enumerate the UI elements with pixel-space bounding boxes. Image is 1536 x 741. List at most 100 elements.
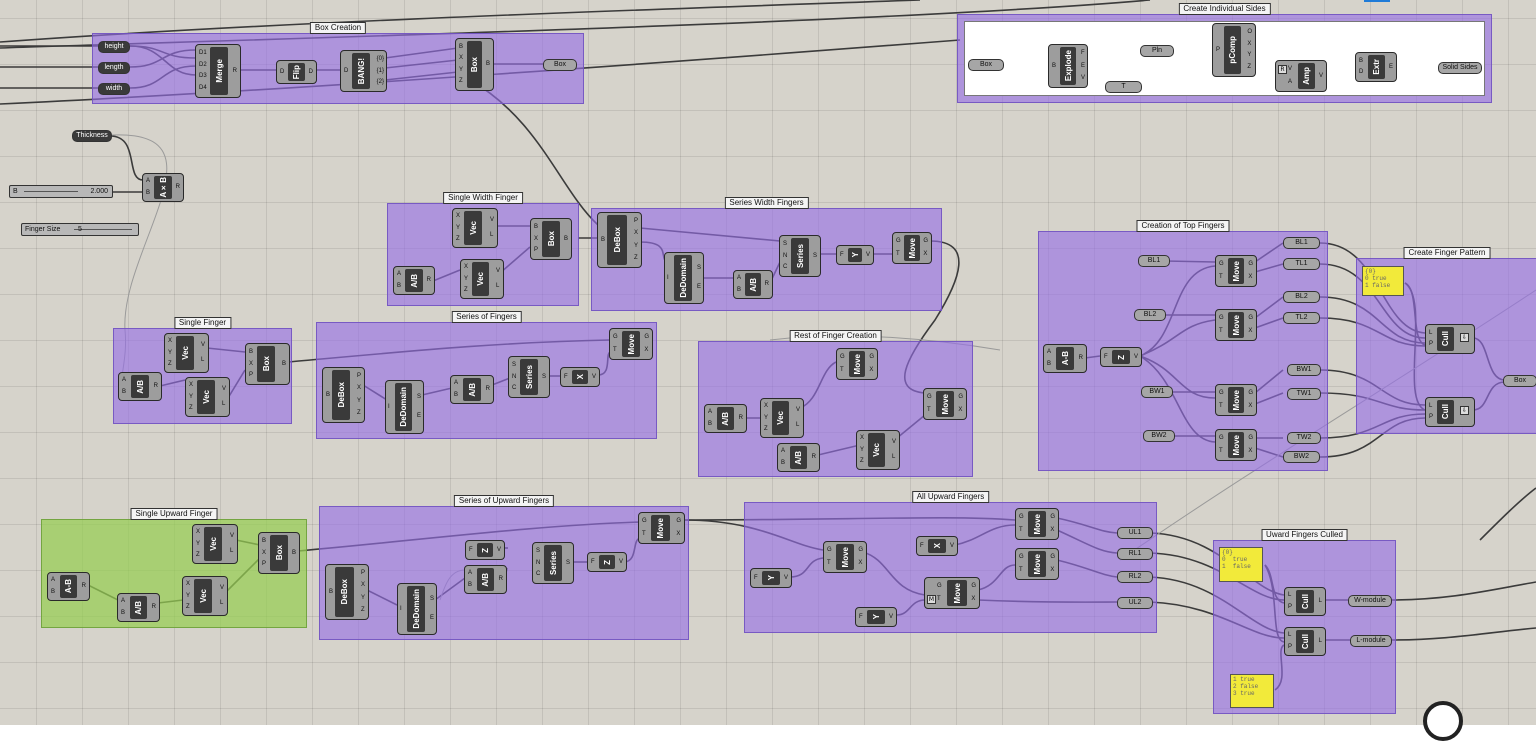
param-bl1-out[interactable]: BL1 xyxy=(1283,237,1320,249)
divide-component[interactable]: AB A/B R xyxy=(733,270,773,299)
unit-z-component[interactable]: F Z V xyxy=(465,540,505,560)
divide-component[interactable]: AB A/B R xyxy=(777,443,820,472)
multiply-component[interactable]: AB A×B R xyxy=(142,173,184,202)
unit-z-component[interactable]: F Z V xyxy=(587,552,627,572)
box-component[interactable]: BXYZ Box B xyxy=(455,38,494,91)
unit-z-component[interactable]: F Z V xyxy=(1100,347,1142,367)
navigation-widget[interactable] xyxy=(1423,701,1463,741)
series-component[interactable]: SNC Series S xyxy=(532,542,574,584)
param-tw1[interactable]: TW1 xyxy=(1287,388,1321,400)
param-ul2[interactable]: UL2 xyxy=(1117,597,1153,609)
param-l-module[interactable]: L-module xyxy=(1350,635,1392,647)
param-ul1[interactable]: UL1 xyxy=(1117,527,1153,539)
vec-component[interactable]: XYZ Vec VL xyxy=(185,377,230,417)
move-component[interactable]: GT Move GX xyxy=(1015,508,1059,540)
move-component[interactable]: GT Move GX xyxy=(892,232,932,264)
move-component[interactable]: GT Move GX xyxy=(1215,255,1257,287)
debox-component[interactable]: B DeBox PXYZ xyxy=(597,212,642,268)
divide-component[interactable]: AB A/B R xyxy=(117,593,160,622)
divide-component[interactable]: AB A/B R xyxy=(393,266,435,295)
move-component[interactable]: GT Move GX xyxy=(1215,429,1257,461)
param-tw2[interactable]: TW2 xyxy=(1287,432,1321,444)
unit-y-component[interactable]: F Y V xyxy=(750,568,792,588)
move-component[interactable]: GT Move GX xyxy=(923,388,967,420)
series-component[interactable]: SNC Series S xyxy=(508,356,550,398)
move-component[interactable]: GT Move GX xyxy=(1215,309,1257,341)
param-width[interactable]: width xyxy=(98,83,130,95)
dedomain-component[interactable]: I DeDomain SE xyxy=(397,583,437,635)
vec-component[interactable]: XYZ Vec VL xyxy=(460,259,504,299)
vec-component[interactable]: XYZ Vec VL xyxy=(164,333,209,373)
pcomp-component[interactable]: P pComp OXYZ xyxy=(1212,23,1256,77)
debox-component[interactable]: B DeBox PXYZ xyxy=(322,367,365,423)
dedomain-component[interactable]: I DeDomain SE xyxy=(664,252,704,304)
move-toggle[interactable]: M xyxy=(927,595,936,604)
divide-component[interactable]: AB A/B R xyxy=(450,375,494,404)
param-height[interactable]: height xyxy=(98,41,130,53)
bang-component[interactable]: D BANG! {0} {1} {2} xyxy=(340,50,387,92)
move-component[interactable]: GT Move GX xyxy=(1215,384,1257,416)
param-box-output[interactable]: Box xyxy=(543,59,577,71)
dedomain-component[interactable]: I DeDomain SE xyxy=(385,380,424,434)
move-component[interactable]: GT Move GX xyxy=(823,541,867,573)
slider-track[interactable] xyxy=(74,229,132,230)
flip-component[interactable]: D Flip D xyxy=(276,60,317,84)
vec-component[interactable]: XYZ Vec VL xyxy=(192,524,238,564)
move-component[interactable]: GT Move GX xyxy=(836,348,878,380)
param-bw1-in[interactable]: BW1 xyxy=(1141,386,1173,398)
param-bw2-out[interactable]: BW2 xyxy=(1283,451,1320,463)
divide-component[interactable]: AB A/B R xyxy=(704,404,747,433)
unit-x-component[interactable]: F X V xyxy=(916,536,958,556)
move-component[interactable]: GT Move GX xyxy=(638,512,685,544)
reparam-toggle[interactable]: R xyxy=(1278,65,1287,74)
unit-y-component[interactable]: F Y V xyxy=(855,607,897,627)
param-pln[interactable]: Pln xyxy=(1140,45,1174,57)
vec-component[interactable]: XYZ Vec VL xyxy=(760,398,804,438)
panel-finger-pattern[interactable]: {0} 0 true 1 false xyxy=(1362,266,1404,296)
param-bl2-in[interactable]: BL2 xyxy=(1134,309,1166,321)
move-component[interactable]: GT Move GX xyxy=(609,328,653,360)
cull-component[interactable]: LP Cull L xyxy=(1284,587,1326,616)
param-rl1[interactable]: RL1 xyxy=(1117,548,1153,560)
param-solid-sides[interactable]: Solid Sides xyxy=(1438,62,1482,74)
vec-component[interactable]: XYZ Vec VL xyxy=(452,208,498,248)
panel-upward-pattern[interactable]: {0} 0 true 1 false xyxy=(1219,547,1263,582)
param-bw2-in[interactable]: BW2 xyxy=(1143,430,1175,442)
param-length[interactable]: length xyxy=(98,62,130,74)
debox-component[interactable]: B DeBox PXYZ xyxy=(325,564,369,620)
param-thickness[interactable]: Thickness xyxy=(72,130,112,142)
divide-component[interactable]: AB A/B R xyxy=(464,565,507,594)
group-all-upward-fingers[interactable]: All Upward Fingers xyxy=(744,491,1157,633)
param-t[interactable]: T xyxy=(1105,81,1142,93)
slider-finger-size[interactable]: Finger Size 5 xyxy=(21,223,139,236)
series-component[interactable]: SNC Series S xyxy=(779,235,821,277)
explode-component[interactable]: B Explode FEV xyxy=(1048,44,1088,88)
box-component[interactable]: BXP Box B xyxy=(530,218,572,260)
move-component[interactable]: GT Move GX xyxy=(1015,548,1059,580)
param-tl1[interactable]: TL1 xyxy=(1283,258,1320,270)
subtract-component[interactable]: AB A-B R xyxy=(47,572,90,601)
grasshopper-canvas[interactable]: Box Creation Create Individual Sides Sin… xyxy=(0,0,1536,741)
vec-component[interactable]: XYZ Vec VL xyxy=(856,430,900,470)
param-bw1-out[interactable]: BW1 xyxy=(1287,364,1321,376)
unit-y-component[interactable]: F Y V xyxy=(836,245,874,265)
param-box-right[interactable]: Box xyxy=(1503,375,1536,387)
param-bl1-in[interactable]: BL1 xyxy=(1138,255,1170,267)
vec-component[interactable]: XYZ Vec VL xyxy=(182,576,228,616)
param-box-input[interactable]: Box xyxy=(968,59,1004,71)
slider-track[interactable] xyxy=(24,191,78,192)
panel-bottom-pattern[interactable]: 1 true 2 false 3 true xyxy=(1230,674,1274,708)
merge-component[interactable]: D1 D2 D3 D4 Merge R xyxy=(195,44,241,98)
cull-toggle[interactable]: ⇩ xyxy=(1460,406,1469,415)
cull-toggle[interactable]: ⇩ xyxy=(1460,333,1469,342)
group-box-creation[interactable]: Box Creation xyxy=(92,22,584,104)
subtract-component[interactable]: AB A-B R xyxy=(1043,344,1087,373)
box-component[interactable]: BXP Box B xyxy=(245,343,290,385)
move-component[interactable]: GT Move GX xyxy=(924,577,980,609)
cull-component[interactable]: LP Cull L xyxy=(1284,627,1326,656)
divide-component[interactable]: AB A/B R xyxy=(118,372,162,401)
extr-component[interactable]: BD Extr E xyxy=(1355,52,1397,82)
param-tl2[interactable]: TL2 xyxy=(1283,312,1320,324)
slider-b[interactable]: B 2.000 xyxy=(9,185,113,198)
param-bl2-out[interactable]: BL2 xyxy=(1283,291,1320,303)
